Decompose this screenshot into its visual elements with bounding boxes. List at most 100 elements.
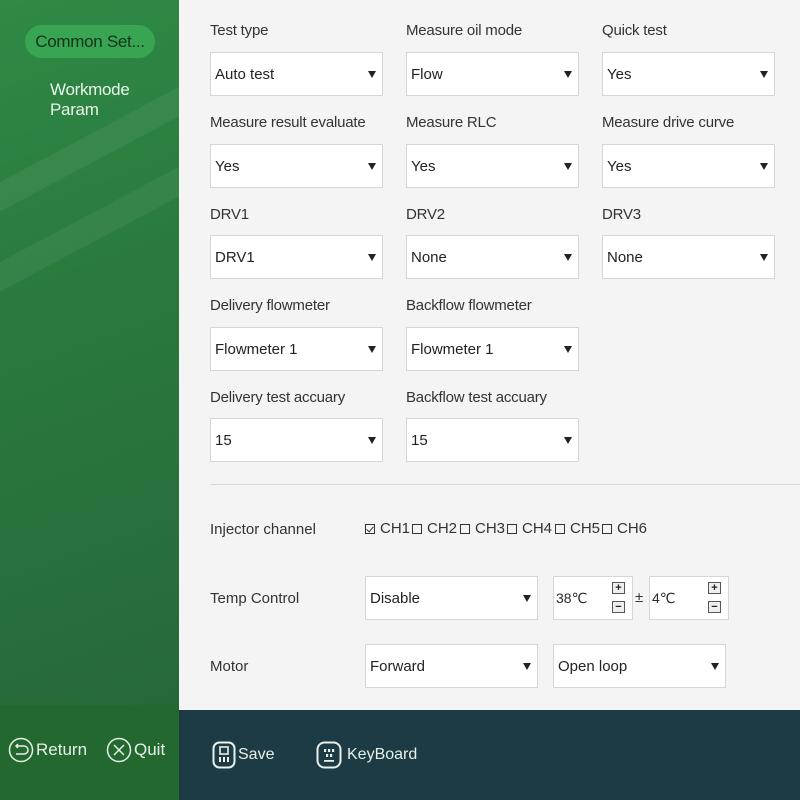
field-backflow-flowmeter: Backflow flowmeter	[406, 297, 532, 319]
checkbox-checked-icon	[365, 523, 375, 534]
select-value: Open loop	[558, 657, 628, 675]
plus-minus-sign: ±	[635, 589, 644, 606]
select-value: Flow	[411, 65, 443, 83]
keyboard-label: KeyBoard	[347, 746, 418, 763]
select-value: 15	[215, 431, 232, 449]
drv2-select[interactable]: None	[406, 235, 579, 279]
dropdown-caret-icon	[523, 595, 531, 602]
temp-setpoint-spinner: 38℃ + −	[553, 576, 633, 620]
motor-loop-select[interactable]: Open loop	[553, 644, 726, 688]
field-quick-test: Quick test	[602, 22, 667, 44]
field-measure-drive-curve: Measure drive curve	[602, 114, 734, 136]
checkbox-icon	[460, 523, 470, 534]
sidebar-item-common-set[interactable]: Common Set...	[25, 25, 155, 58]
temp-control-label: Temp Control	[210, 590, 300, 607]
measure-oil-mode-select[interactable]: Flow	[406, 52, 579, 96]
channel-checkbox-ch3[interactable]: CH3	[460, 520, 505, 537]
field-label: Delivery flowmeter	[210, 297, 330, 314]
dropdown-caret-icon	[711, 663, 719, 670]
test-type-select[interactable]: Auto test	[210, 52, 383, 96]
delivery-test-accuary-select[interactable]: 15	[210, 418, 383, 462]
channel-label: CH4	[522, 520, 553, 537]
decrement-button[interactable]: −	[612, 601, 625, 613]
field-delivery-flowmeter: Delivery flowmeter	[210, 297, 330, 319]
dropdown-caret-icon	[368, 71, 376, 78]
field-label: Measure oil mode	[406, 22, 523, 39]
increment-button[interactable]: +	[612, 582, 625, 594]
keyboard-icon	[316, 741, 342, 769]
field-label: Test type	[210, 22, 269, 39]
select-value: Auto test	[215, 65, 275, 83]
backflow-test-accuary-select[interactable]: 15	[406, 418, 579, 462]
select-value: Disable	[370, 589, 421, 607]
channel-label: CH5	[570, 520, 601, 537]
channel-label: CH6	[617, 520, 648, 537]
keyboard-button[interactable]: KeyBoard	[316, 741, 417, 769]
save-label: Save	[238, 746, 275, 763]
save-icon	[212, 741, 236, 769]
delivery-flowmeter-select[interactable]: Flowmeter 1	[210, 327, 383, 371]
quit-button[interactable]: Quit	[106, 737, 165, 763]
decrement-button[interactable]: −	[708, 601, 721, 613]
field-label: DRV2	[406, 206, 445, 223]
channel-checkbox-ch5[interactable]: CH5	[555, 520, 600, 537]
field-measure-oil-mode: Measure oil mode	[406, 22, 522, 44]
dropdown-caret-icon	[564, 163, 572, 170]
field-label: Measure drive curve	[602, 114, 735, 131]
field-backflow-test-accuary: Backflow test accuary	[406, 389, 547, 411]
field-measure-rlc: Measure RLC	[406, 114, 497, 136]
increment-button[interactable]: +	[708, 582, 721, 594]
checkbox-icon	[507, 523, 517, 534]
select-value: 15	[411, 431, 428, 449]
field-measure-result-evaluate: Measure result evaluate	[210, 114, 366, 136]
drv1-select[interactable]: DRV1	[210, 235, 383, 279]
temp-control-select[interactable]: Disable	[365, 576, 538, 620]
select-value: None	[411, 248, 447, 266]
dropdown-caret-icon	[564, 71, 572, 78]
return-icon	[8, 737, 34, 763]
select-value: Yes	[411, 157, 436, 175]
channel-checkbox-ch2[interactable]: CH2	[412, 520, 457, 537]
channel-checkbox-ch6[interactable]: CH6	[602, 520, 647, 537]
dropdown-caret-icon	[564, 346, 572, 353]
dropdown-caret-icon	[760, 71, 768, 78]
measure-rlc-select[interactable]: Yes	[406, 144, 579, 188]
select-value: Yes	[607, 65, 632, 83]
channel-label: CH2	[427, 520, 458, 537]
drv3-select[interactable]: None	[602, 235, 775, 279]
dropdown-caret-icon	[760, 163, 768, 170]
select-value: Yes	[215, 157, 240, 175]
motor-label: Motor	[210, 658, 249, 675]
motor-direction-select[interactable]: Forward	[365, 644, 538, 688]
field-drv2: DRV2	[406, 206, 445, 228]
close-circle-icon	[106, 737, 132, 763]
select-value: Flowmeter 1	[411, 340, 494, 358]
return-button[interactable]: Return	[8, 737, 87, 763]
channel-checkbox-ch4[interactable]: CH4	[507, 520, 552, 537]
temp-tolerance-value[interactable]: 4℃	[652, 590, 676, 607]
injector-channel-label: Injector channel	[210, 521, 316, 538]
measure-result-evaluate-select[interactable]: Yes	[210, 144, 383, 188]
field-label: Measure RLC	[406, 114, 497, 131]
quick-test-select[interactable]: Yes	[602, 52, 775, 96]
channel-label: CH1	[380, 520, 411, 537]
sidebar-item-workmode-param[interactable]: Workmode Param	[50, 80, 179, 120]
return-label: Return	[36, 740, 88, 759]
save-button[interactable]: Save	[212, 741, 274, 769]
section-divider	[210, 484, 800, 485]
dropdown-caret-icon	[760, 254, 768, 261]
field-drv1: DRV1	[210, 206, 249, 228]
checkbox-icon	[555, 523, 565, 534]
backflow-flowmeter-select[interactable]: Flowmeter 1	[406, 327, 579, 371]
select-value: Flowmeter 1	[215, 340, 298, 358]
sidebar-item-label: Common Set...	[35, 31, 145, 51]
channel-checkbox-ch1[interactable]: CH1	[365, 520, 410, 537]
dropdown-caret-icon	[523, 663, 531, 670]
checkbox-icon	[602, 523, 612, 534]
temp-setpoint-value[interactable]: 38℃	[556, 590, 587, 607]
select-value: Yes	[607, 157, 632, 175]
measure-drive-curve-select[interactable]: Yes	[602, 144, 775, 188]
field-label: Backflow flowmeter	[406, 297, 532, 314]
field-label: DRV1	[210, 206, 249, 223]
field-drv3: DRV3	[602, 206, 641, 228]
